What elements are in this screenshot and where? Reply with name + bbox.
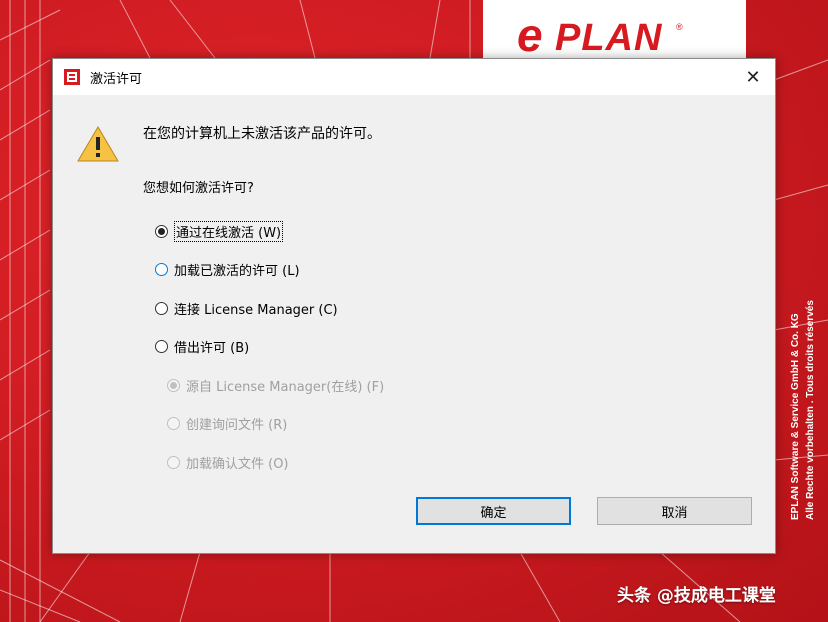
dialog-titlebar: 激活许可 ✕ <box>53 59 775 95</box>
option-online-activation[interactable]: 通过在线激活 (W) <box>155 221 284 242</box>
radio-load-confirmation-file <box>167 456 180 469</box>
dialog-title: 激活许可 <box>90 72 143 87</box>
close-button[interactable]: ✕ <box>731 59 775 95</box>
option-connect-license-manager-label: 连接 License Manager (C) <box>174 303 338 318</box>
suboption-load-confirmation-file: 加载确认文件 (O) <box>167 453 289 472</box>
eplan-logo-text: PLAN <box>555 17 663 59</box>
radio-online-activation[interactable] <box>155 225 168 238</box>
suboption-create-request-file: 创建询问文件 (R) <box>167 414 287 433</box>
copyright-line-1: EPLAN Software & Service GmbH & Co. KG <box>790 313 801 520</box>
suboption-load-confirmation-file-label: 加载确认文件 (O) <box>186 457 289 472</box>
suboption-from-license-manager: 源自 License Manager(在线) (F) <box>167 376 384 395</box>
option-connect-license-manager[interactable]: 连接 License Manager (C) <box>155 299 338 318</box>
eplan-app-icon <box>64 69 80 85</box>
cancel-button[interactable]: 取消 <box>597 497 752 525</box>
ok-button[interactable]: 确定 <box>416 497 571 525</box>
radio-from-license-manager <box>167 379 180 392</box>
activation-question: 您想如何激活许可? <box>143 181 254 196</box>
suboption-create-request-file-label: 创建询问文件 (R) <box>186 418 288 433</box>
option-online-activation-label: 通过在线激活 (W) <box>174 221 284 242</box>
option-borrow-license-label: 借出许可 (B) <box>174 341 250 356</box>
copyright-side-text: EPLAN Software & Service GmbH & Co. KG A… <box>790 130 816 520</box>
option-load-activated-license-label: 加载已激活的许可 (L) <box>174 264 300 279</box>
suboption-from-license-manager-label: 源自 License Manager(在线) (F) <box>186 380 385 395</box>
eplan-logo-registered: ® <box>676 22 683 32</box>
warning-icon <box>77 126 119 162</box>
radio-borrow-license[interactable] <box>155 340 168 353</box>
option-borrow-license[interactable]: 借出许可 (B) <box>155 337 249 356</box>
radio-load-activated-license[interactable] <box>155 263 168 276</box>
radio-connect-license-manager[interactable] <box>155 302 168 315</box>
not-activated-message: 在您的计算机上未激活该产品的许可。 <box>143 126 381 142</box>
eplan-logo-e: e <box>517 9 543 61</box>
watermark-text: 头条 @技成电工课堂 <box>617 586 776 606</box>
copyright-line-2: Alle Rechte vorbehalten . Tous droits ré… <box>805 300 816 520</box>
activate-license-dialog: 激活许可 ✕ 在您的计算机上未激活该产品的许可。 您想如何激活许可? 通过在线激… <box>52 58 776 554</box>
option-load-activated-license[interactable]: 加载已激活的许可 (L) <box>155 260 300 279</box>
radio-create-request-file <box>167 417 180 430</box>
